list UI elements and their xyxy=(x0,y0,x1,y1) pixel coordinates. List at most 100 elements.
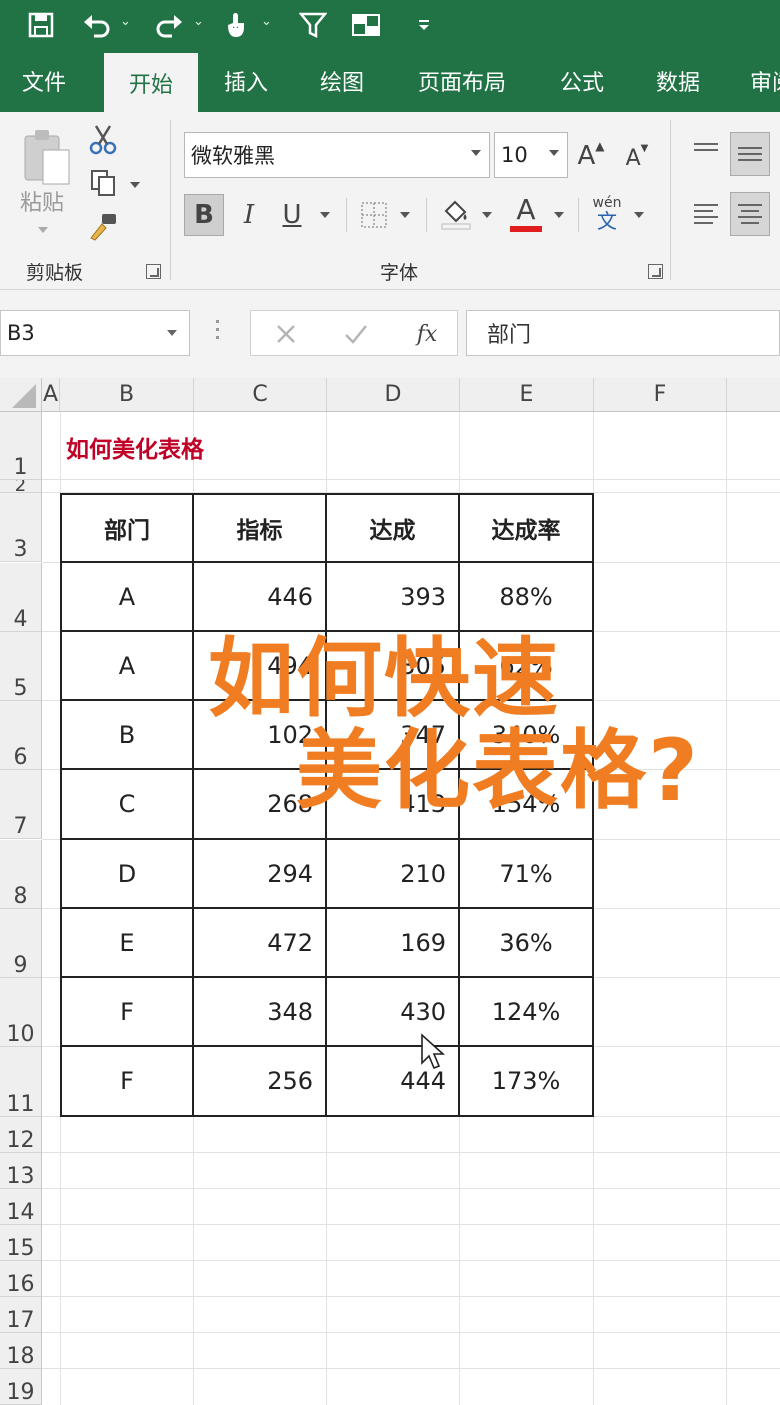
row-header-8[interactable]: 8 xyxy=(0,840,42,909)
fill-color-icon[interactable] xyxy=(438,192,474,236)
italic-button[interactable]: I xyxy=(232,194,266,236)
enter-icon[interactable] xyxy=(339,317,373,351)
row-header-13[interactable]: 13 xyxy=(0,1153,42,1189)
tab-data[interactable]: 数据 xyxy=(632,50,724,112)
customize-qat-icon[interactable] xyxy=(414,0,434,50)
paste-label[interactable]: 粘贴 xyxy=(14,186,70,216)
row-header-11[interactable]: 11 xyxy=(0,1047,42,1117)
row-header-16[interactable]: 16 xyxy=(0,1261,42,1297)
row-header-6[interactable]: 6 xyxy=(0,701,42,770)
row-header-12[interactable]: 12 xyxy=(0,1117,42,1153)
copy-dropdown-icon[interactable] xyxy=(130,182,140,188)
copy-icon[interactable] xyxy=(86,166,120,200)
row-header-10[interactable]: 10 xyxy=(0,978,42,1047)
formula-bar-grip-icon[interactable] xyxy=(216,320,220,346)
shrink-font-icon[interactable]: A ▼ xyxy=(622,140,652,176)
tab-draw[interactable]: 绘图 xyxy=(296,50,388,112)
table-cell[interactable]: 36% xyxy=(460,909,592,976)
font-size-combo[interactable]: 10 xyxy=(494,132,568,178)
align-top-icon[interactable] xyxy=(690,134,722,166)
row-header-15[interactable]: 15 xyxy=(0,1225,42,1261)
redo-dropdown-icon[interactable]: ⌄ xyxy=(193,14,204,29)
column-header-b[interactable]: B xyxy=(60,378,194,412)
undo-dropdown-icon[interactable]: ⌄ xyxy=(120,14,131,29)
table-cell[interactable]: 472 xyxy=(194,909,325,976)
paste-icon[interactable] xyxy=(16,124,78,192)
touch-mode-dropdown-icon[interactable]: ⌄ xyxy=(261,14,272,29)
row-header-3[interactable]: 3 xyxy=(0,493,42,562)
font-color-dropdown-icon[interactable] xyxy=(554,212,564,218)
tab-file[interactable]: 文件 xyxy=(0,50,88,112)
redo-icon[interactable] xyxy=(152,0,186,50)
row-header-9[interactable]: 9 xyxy=(0,909,42,978)
phonetic-dropdown-icon[interactable] xyxy=(634,212,644,218)
phonetic-guide-icon[interactable]: wén 文 xyxy=(590,192,624,236)
table-cell[interactable]: E xyxy=(62,909,192,976)
tab-page-layout[interactable]: 页面布局 xyxy=(400,50,524,112)
font-size-dropdown-icon[interactable] xyxy=(549,150,559,156)
table-header-target[interactable]: 指标 xyxy=(194,495,325,561)
table-cell[interactable]: 124% xyxy=(460,978,592,1045)
tab-home[interactable]: 开始 xyxy=(104,53,198,112)
align-left-icon[interactable] xyxy=(690,192,722,236)
column-header-g[interactable] xyxy=(727,378,780,412)
touch-mode-icon[interactable] xyxy=(222,0,250,50)
cut-icon[interactable] xyxy=(86,122,120,158)
table-cell[interactable]: 446 xyxy=(194,563,325,630)
insert-function-button[interactable]: fx xyxy=(407,317,447,351)
name-box[interactable]: B3 xyxy=(0,310,190,356)
row-header-4[interactable]: 4 xyxy=(0,563,42,632)
grow-font-icon[interactable]: A ▲ xyxy=(576,136,606,176)
font-launcher-icon[interactable] xyxy=(648,264,663,279)
table-cell[interactable]: 169 xyxy=(327,909,458,976)
row-header-14[interactable]: 14 xyxy=(0,1189,42,1225)
borders-icon[interactable] xyxy=(356,194,392,236)
align-center-icon[interactable] xyxy=(730,192,770,236)
underline-button[interactable]: U xyxy=(276,194,308,236)
filter-icon[interactable] xyxy=(298,0,328,50)
table-cell[interactable]: 348 xyxy=(194,978,325,1045)
row-header-7[interactable]: 7 xyxy=(0,770,42,839)
table-cell[interactable]: B xyxy=(62,701,192,768)
font-name-dropdown-icon[interactable] xyxy=(471,150,481,156)
row-header-1[interactable]: 1 xyxy=(0,412,42,480)
font-name-combo[interactable]: 微软雅黑 xyxy=(184,132,490,178)
clipboard-launcher-icon[interactable] xyxy=(146,264,161,279)
worksheet-grid[interactable]: A B C D E F 1 2 3 4 5 6 7 8 9 10 11 12 1… xyxy=(0,378,780,1405)
table-cell[interactable]: F xyxy=(62,978,192,1045)
borders-dropdown-icon[interactable] xyxy=(400,212,410,218)
tab-formulas[interactable]: 公式 xyxy=(536,50,628,112)
row-header-18[interactable]: 18 xyxy=(0,1333,42,1369)
tab-review[interactable]: 审阅 xyxy=(734,50,780,112)
undo-icon[interactable] xyxy=(80,0,114,50)
row-header-5[interactable]: 5 xyxy=(0,632,42,701)
sheet-title-cell[interactable]: 如何美化表格 xyxy=(66,430,204,464)
fill-color-dropdown-icon[interactable] xyxy=(482,212,492,218)
bold-button[interactable]: B xyxy=(184,194,224,236)
table-cell[interactable]: C xyxy=(62,770,192,838)
table-cell[interactable]: 256 xyxy=(194,1047,325,1115)
row-header-17[interactable]: 17 xyxy=(0,1297,42,1333)
cancel-icon[interactable] xyxy=(269,317,303,351)
freeze-panes-icon[interactable] xyxy=(350,0,382,50)
save-icon[interactable] xyxy=(24,0,58,50)
underline-dropdown-icon[interactable] xyxy=(320,212,330,218)
table-header-achieved[interactable]: 达成 xyxy=(327,495,458,561)
table-cell[interactable]: 393 xyxy=(327,563,458,630)
table-cell[interactable]: A xyxy=(62,563,192,630)
tab-insert[interactable]: 插入 xyxy=(200,50,292,112)
table-cell[interactable]: F xyxy=(62,1047,192,1115)
row-header-19[interactable]: 19 xyxy=(0,1369,42,1405)
table-cell[interactable]: 88% xyxy=(460,563,592,630)
format-painter-icon[interactable] xyxy=(86,210,120,244)
table-cell[interactable]: A xyxy=(62,632,192,699)
column-header-e[interactable]: E xyxy=(460,378,594,412)
font-color-icon[interactable]: A xyxy=(508,190,544,228)
table-cell[interactable]: 294 xyxy=(194,840,325,907)
column-header-f[interactable]: F xyxy=(594,378,727,412)
table-cell[interactable]: 210 xyxy=(327,840,458,907)
table-cell[interactable]: D xyxy=(62,840,192,907)
row-header-2[interactable]: 2 xyxy=(0,480,42,493)
name-box-dropdown-icon[interactable] xyxy=(167,330,177,336)
table-cell[interactable]: 71% xyxy=(460,840,592,907)
